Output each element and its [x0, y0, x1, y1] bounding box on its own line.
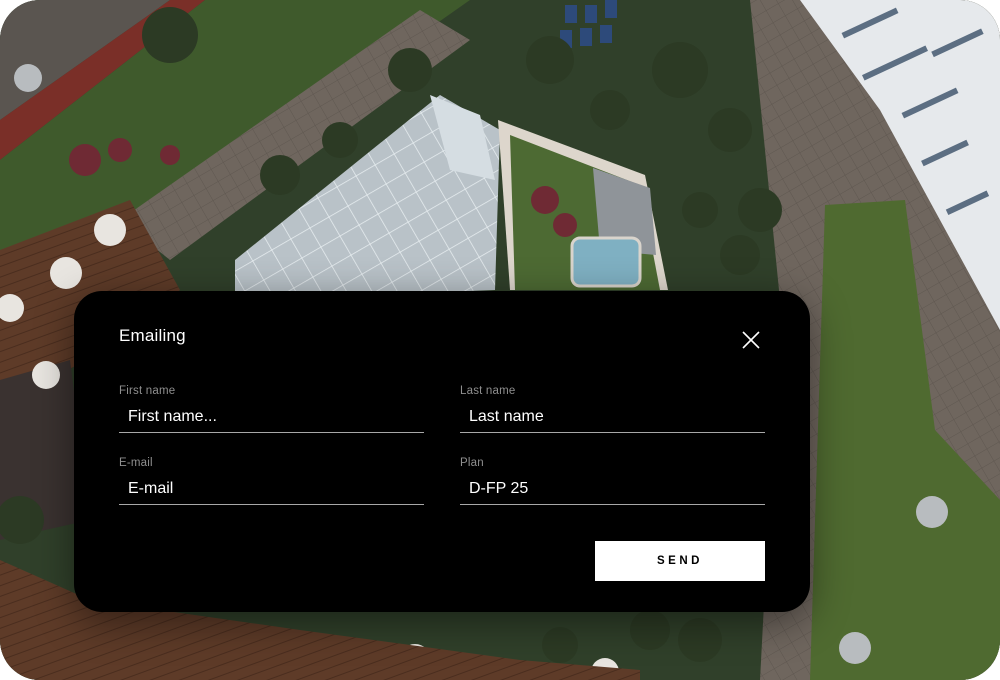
last-name-input[interactable] [460, 401, 765, 433]
first-name-label: First name [119, 385, 176, 397]
email-input[interactable] [119, 473, 424, 505]
plan-field: Plan [460, 457, 765, 505]
emailing-dialog: Emailing First name Last name E-mail Pla… [74, 291, 810, 612]
plan-input[interactable] [460, 473, 765, 505]
dialog-title: Emailing [119, 326, 186, 345]
email-label: E-mail [119, 457, 153, 469]
send-button[interactable]: SEND [595, 541, 765, 581]
first-name-field: First name [119, 385, 424, 433]
email-field: E-mail [119, 457, 424, 505]
plan-label: Plan [460, 457, 484, 469]
close-icon[interactable] [740, 329, 762, 351]
last-name-field: Last name [460, 385, 765, 433]
last-name-label: Last name [460, 385, 516, 397]
first-name-input[interactable] [119, 401, 424, 433]
app-window: Emailing First name Last name E-mail Pla… [0, 0, 1000, 680]
